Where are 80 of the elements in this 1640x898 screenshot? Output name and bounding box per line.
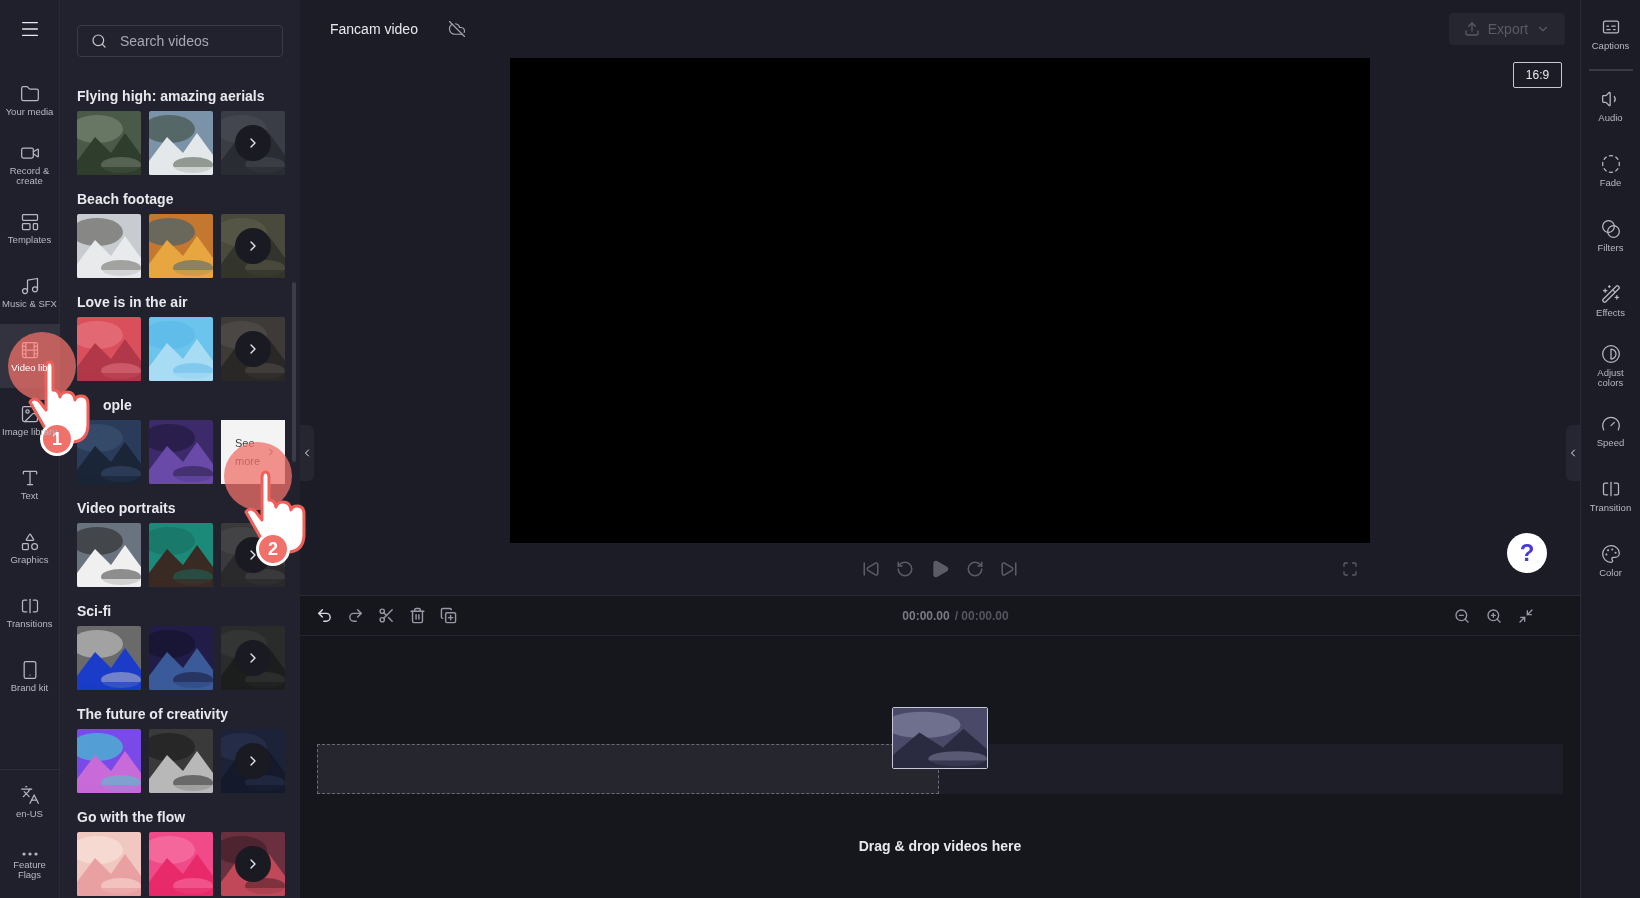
- fade-icon: [1600, 154, 1621, 174]
- video-thumbnail[interactable]: [149, 111, 213, 175]
- zoom-in-icon[interactable]: [1486, 607, 1502, 624]
- trash-icon[interactable]: [409, 607, 426, 624]
- help-button[interactable]: ?: [1507, 533, 1547, 573]
- nav-item[interactable]: Brand kit: [0, 644, 60, 708]
- collection-title: Video portraits: [77, 499, 177, 517]
- nav-item[interactable]: Templates: [0, 196, 60, 260]
- templates-icon: [19, 211, 40, 232]
- forward-icon[interactable]: [966, 560, 984, 578]
- video-thumbnail[interactable]: [77, 832, 141, 896]
- video-thumbnail[interactable]: [149, 729, 213, 793]
- contrast-icon: [1600, 344, 1621, 364]
- current-time: 00:00.00: [902, 607, 950, 625]
- search-icon: [91, 33, 107, 49]
- total-time: / 00:00.00: [954, 607, 1009, 625]
- transition-icon: [1600, 479, 1621, 499]
- tool-button[interactable]: Transition: [1580, 464, 1640, 528]
- video-thumbnail[interactable]: [149, 626, 213, 690]
- zoom-out-icon[interactable]: [1454, 607, 1470, 624]
- nav-item[interactable]: Feature Flags: [0, 834, 60, 898]
- aspect-ratio-button[interactable]: 16:9: [1513, 62, 1562, 88]
- video-thumbnail[interactable]: [149, 420, 213, 484]
- fullscreen-icon[interactable]: [1342, 561, 1358, 577]
- palette-icon: [1600, 544, 1621, 564]
- tool-button[interactable]: Captions: [1580, 2, 1640, 66]
- search-field[interactable]: Search videos: [77, 25, 283, 57]
- tool-button[interactable]: Audio: [1580, 74, 1640, 138]
- video-thumbnail[interactable]: [149, 317, 213, 381]
- video-thumbnail[interactable]: [77, 111, 141, 175]
- nav-item[interactable]: Record & create: [0, 132, 60, 196]
- nav-item[interactable]: en-US: [0, 770, 60, 834]
- shapes-icon: [19, 531, 40, 552]
- collection-title: The future of creativity: [77, 705, 229, 723]
- duplicate-icon[interactable]: [440, 607, 457, 624]
- project-title[interactable]: Fancam video: [330, 18, 418, 40]
- collapse-handle[interactable]: [1566, 425, 1580, 481]
- skip-back-icon[interactable]: [862, 560, 880, 578]
- folder-icon: [19, 83, 40, 104]
- tool-button[interactable]: Filters: [1580, 204, 1640, 268]
- nav-item[interactable]: Your media: [0, 68, 60, 132]
- cloud-off-icon: [447, 20, 466, 38]
- video-thumbnail[interactable]: [77, 523, 141, 587]
- tool-button[interactable]: Speed: [1580, 399, 1640, 463]
- music-note-icon: [19, 275, 40, 296]
- video-thumbnail[interactable]: [149, 214, 213, 278]
- magic-wand-icon: [1600, 284, 1621, 304]
- collection-title: Sci-fi: [77, 602, 113, 620]
- tool-button[interactable]: Color: [1580, 529, 1640, 593]
- nav-item[interactable]: Transitions: [0, 580, 60, 644]
- more-icon: [21, 852, 38, 856]
- rewind-icon[interactable]: [896, 560, 914, 578]
- tool-button[interactable]: Fade: [1580, 139, 1640, 203]
- tool-button[interactable]: Adjust colors: [1580, 334, 1640, 398]
- video-thumbnail[interactable]: [77, 317, 141, 381]
- play-icon[interactable]: [930, 559, 950, 579]
- video-thumbnail[interactable]: [77, 420, 141, 484]
- collapse-icon[interactable]: [1518, 607, 1534, 624]
- collection-title: Beach footage: [77, 190, 175, 208]
- video-thumbnail[interactable]: [149, 832, 213, 896]
- undo-icon[interactable]: [316, 607, 333, 624]
- video-thumbnail[interactable]: [77, 729, 141, 793]
- collection-title: ople: [102, 396, 133, 414]
- scissors-icon[interactable]: [378, 607, 395, 624]
- collapse-handle[interactable]: [300, 425, 314, 481]
- filters-icon: [1600, 219, 1621, 239]
- tool-button[interactable]: Effects: [1580, 269, 1640, 333]
- language-icon: [19, 785, 40, 805]
- skip-forward-icon[interactable]: [1000, 560, 1018, 578]
- video-thumbnail[interactable]: [149, 523, 213, 587]
- collection-title: Flying high: amazing aerials: [77, 87, 266, 105]
- collection-title: Love is in the air: [77, 293, 189, 311]
- nav-item[interactable]: Graphics: [0, 516, 60, 580]
- upload-icon: [1463, 21, 1480, 37]
- redo-icon[interactable]: [347, 607, 364, 624]
- video-thumbnail[interactable]: [77, 626, 141, 690]
- video-thumbnail[interactable]: [77, 214, 141, 278]
- nav-item[interactable]: Music & SFX: [0, 260, 60, 324]
- collection-title: Go with the flow: [77, 808, 187, 826]
- drop-hint: Drag & drop videos here: [857, 837, 1023, 856]
